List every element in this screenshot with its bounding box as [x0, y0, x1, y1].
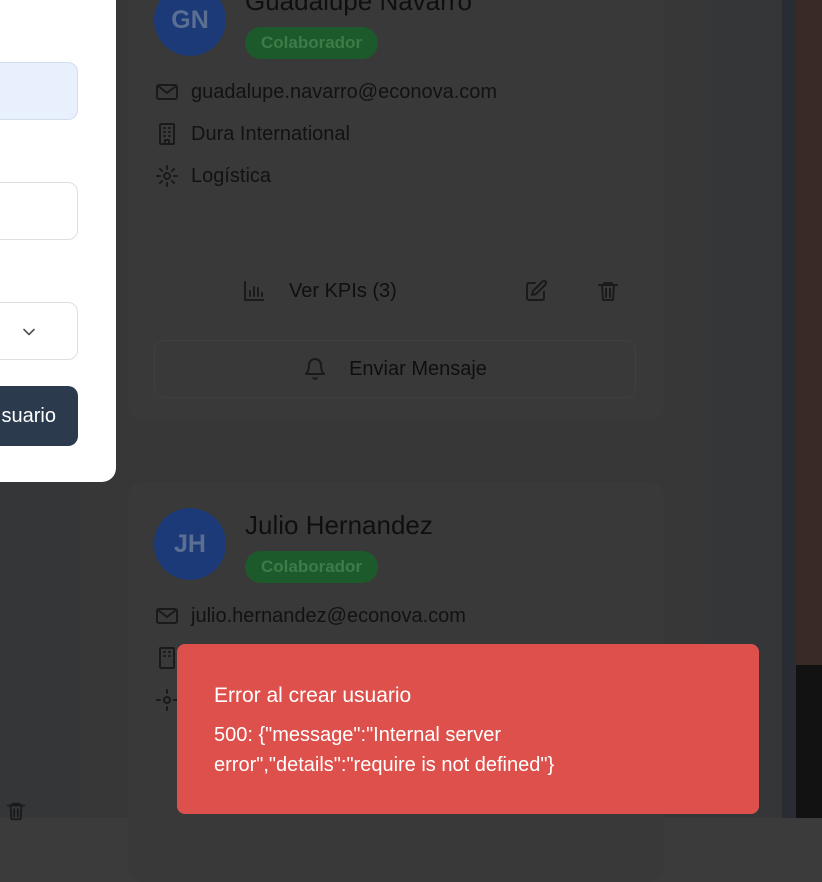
send-message-label: Enviar Mensaje	[349, 357, 487, 380]
user-email: julio.hernandez@econova.com	[191, 604, 466, 627]
user-name: Guadalupe Navarro	[245, 0, 472, 16]
create-user-button[interactable]: suario	[0, 386, 78, 446]
building-icon	[159, 647, 175, 669]
company-row: Dura International	[155, 122, 350, 146]
delete-user-button[interactable]	[596, 279, 620, 303]
background-window	[796, 0, 822, 665]
toast-title: Error al crear usuario	[214, 684, 412, 707]
role-select[interactable]	[0, 302, 78, 360]
email-row: guadalupe.navarro@econova.com	[155, 80, 497, 104]
send-message-button[interactable]: Enviar Mensaje	[154, 340, 636, 398]
bar-chart-icon	[244, 281, 264, 301]
edit-user-button[interactable]	[524, 279, 548, 303]
view-kpis-label: Ver KPIs (3)	[289, 279, 397, 302]
email-field[interactable]	[0, 182, 78, 240]
chevron-down-icon	[23, 328, 35, 336]
avatar: JH	[154, 508, 226, 580]
background-window-dark	[796, 665, 822, 818]
scrollbar-track[interactable]	[782, 0, 796, 818]
trash-icon	[598, 282, 618, 301]
building-icon	[159, 123, 175, 145]
trash-icon[interactable]	[5, 800, 27, 822]
role-badge: Colaborador	[245, 551, 379, 583]
view-kpis-button[interactable]: Ver KPIs (3)	[242, 279, 397, 303]
role-badge: Colaborador	[245, 27, 379, 59]
user-department: Logística	[191, 164, 272, 187]
gear-icon	[156, 689, 178, 711]
mail-icon	[156, 608, 178, 624]
bell-icon	[305, 358, 326, 380]
name-field[interactable]	[0, 62, 78, 120]
email-row: julio.hernandez@econova.com	[155, 604, 466, 628]
error-toast[interactable]: Error al crear usuario 500: {"message":"…	[177, 644, 759, 814]
gear-icon	[156, 165, 178, 187]
department-row: Logística	[155, 164, 271, 188]
user-company: Dura International	[191, 122, 350, 145]
mail-icon	[156, 84, 178, 100]
user-email: guadalupe.navarro@econova.com	[191, 80, 498, 103]
user-name: Julio Hernandez	[245, 510, 433, 540]
edit-icon	[526, 279, 548, 301]
toast-message: 500: {"message":"Internal server error",…	[214, 724, 555, 776]
